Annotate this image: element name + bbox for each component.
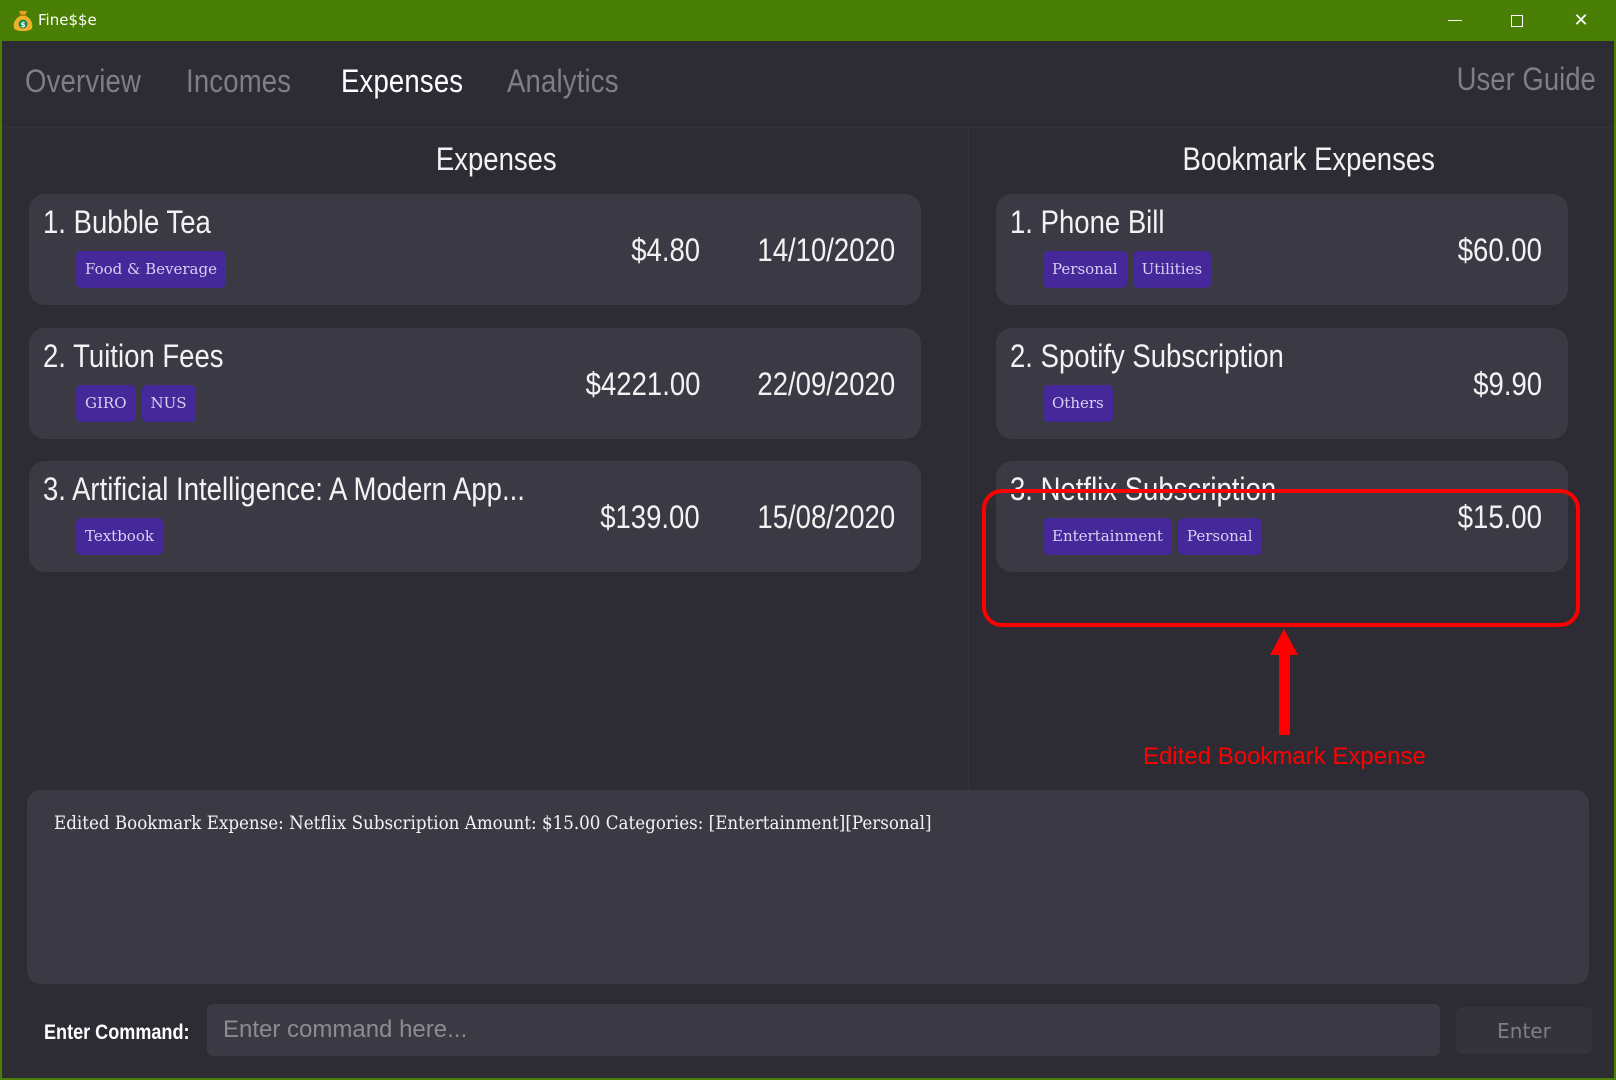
app-title: Fine$$e <box>38 11 97 29</box>
result-display: Edited Bookmark Expense: Netflix Subscri… <box>27 790 1589 984</box>
annotation-label: Edited Bookmark Expense <box>1143 743 1426 770</box>
app-window: Overview Incomes Expenses Analytics User… <box>2 41 1614 1078</box>
minimize-button[interactable] <box>1432 0 1478 41</box>
annotation-arrow-icon <box>1279 651 1290 735</box>
money-bag-icon: $ <box>13 11 33 31</box>
expense-amount: $139.00 <box>600 499 700 535</box>
nav-tabs: Overview Incomes Expenses Analytics User… <box>2 41 1614 128</box>
expense-date: 22/09/2020 <box>757 366 895 402</box>
category-tag: Personal <box>1043 251 1127 288</box>
category-tags: GIRO NUS <box>76 385 196 422</box>
expense-title: 1. Bubble Tea <box>43 204 211 240</box>
panel-divider <box>968 128 969 828</box>
expenses-title: Expenses <box>435 141 557 177</box>
expense-title: 3. Artificial Intelligence: A Modern App… <box>43 471 525 507</box>
tab-analytics[interactable]: Analytics <box>507 63 619 100</box>
enter-button[interactable]: Enter <box>1456 1007 1592 1054</box>
user-guide-link[interactable]: User Guide <box>1457 61 1596 98</box>
category-tag: Others <box>1043 385 1113 422</box>
tab-overview[interactable]: Overview <box>25 63 141 100</box>
expense-amount: $60.00 <box>1457 232 1542 268</box>
command-label: Enter Command: <box>44 1021 190 1044</box>
expense-card[interactable]: 3. Artificial Intelligence: A Modern App… <box>29 461 921 572</box>
result-text: Edited Bookmark Expense: Netflix Subscri… <box>54 812 932 834</box>
expense-title: 2. Tuition Fees <box>43 338 224 374</box>
tab-incomes[interactable]: Incomes <box>186 63 291 100</box>
expense-amount: $4221.00 <box>585 366 700 402</box>
bookmark-expenses-title: Bookmark Expenses <box>1182 141 1435 177</box>
title-bar: $ Fine$$e ✕ <box>0 0 1616 41</box>
close-icon: ✕ <box>1573 10 1589 30</box>
category-tags: Personal Utilities <box>1043 251 1212 288</box>
category-tags: Food & Beverage <box>76 251 226 288</box>
annotation-highlight-box <box>982 489 1580 627</box>
expense-title: 2. Spotify Subscription <box>1010 338 1284 374</box>
close-button[interactable]: ✕ <box>1558 0 1604 41</box>
bookmark-expense-card[interactable]: 1. Phone Bill Personal Utilities $60.00 <box>996 194 1568 305</box>
expense-date: 14/10/2020 <box>757 232 895 268</box>
maximize-button[interactable] <box>1494 0 1540 41</box>
category-tags: Others <box>1043 385 1113 422</box>
minimize-icon <box>1448 20 1462 21</box>
expense-card[interactable]: 2. Tuition Fees GIRO NUS $4221.00 22/09/2020 <box>29 328 921 439</box>
maximize-icon <box>1511 14 1523 27</box>
category-tag: Textbook <box>76 518 163 555</box>
expense-date: 15/08/2020 <box>757 499 895 535</box>
category-tag: Utilities <box>1132 251 1212 288</box>
category-tag: GIRO <box>76 385 136 422</box>
category-tag: NUS <box>141 385 196 422</box>
expense-title: 1. Phone Bill <box>1010 204 1165 240</box>
category-tags: Textbook <box>76 518 163 555</box>
expense-card[interactable]: 1. Bubble Tea Food & Beverage $4.80 14/10/2… <box>29 194 921 305</box>
expense-amount: $4.80 <box>631 232 700 268</box>
bookmark-expense-card[interactable]: 2. Spotify Subscription Others $9.90 <box>996 328 1568 439</box>
category-tag: Food & Beverage <box>76 251 226 288</box>
expense-amount: $9.90 <box>1473 366 1542 402</box>
tab-expenses[interactable]: Expenses <box>341 63 463 100</box>
command-input[interactable] <box>207 1004 1440 1056</box>
svg-text:$: $ <box>21 21 26 29</box>
